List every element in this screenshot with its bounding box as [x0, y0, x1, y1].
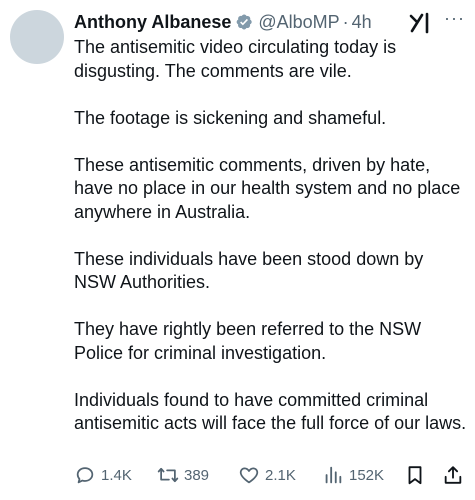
more-icon[interactable]: ··· — [444, 8, 465, 29]
tweet-paragraph: These antisemitic comments, driven by ha… — [74, 154, 461, 222]
tweet-text: The antisemitic video circulating today … — [74, 36, 469, 459]
separator-dot: · — [342, 12, 349, 32]
reply-count: 1.4K — [101, 466, 132, 484]
share-button[interactable] — [442, 462, 464, 488]
tweet-header: Anthony Albanese @AlboMP · 4h — [74, 10, 372, 34]
tweet-paragraph: The footage is sickening and shameful. — [74, 107, 387, 128]
avatar[interactable] — [10, 10, 64, 64]
views-chart-icon — [325, 466, 342, 484]
action-bar: 1.4K 389 2.1K 152K — [74, 462, 469, 488]
repost-button[interactable]: 389 — [157, 462, 209, 488]
verified-badge-icon[interactable] — [235, 13, 253, 31]
views-button[interactable]: 152K — [322, 462, 384, 488]
views-count: 152K — [349, 466, 385, 484]
tweet-paragraph: They have rightly been referred to the N… — [74, 319, 422, 363]
bookmark-icon — [408, 466, 422, 485]
author-name[interactable]: Anthony Albanese — [74, 10, 231, 34]
share-icon — [444, 466, 462, 484]
author-handle[interactable]: @AlboMP — [258, 10, 339, 34]
heart-icon — [239, 467, 259, 484]
tweet-paragraph: These individuals have been stood down b… — [74, 248, 424, 293]
like-button[interactable]: 2.1K — [238, 462, 296, 488]
reply-icon — [76, 467, 94, 484]
repost-count: 389 — [184, 466, 210, 484]
repost-icon — [157, 467, 179, 483]
tweet-paragraph: Individuals found to have committed crim… — [74, 389, 467, 434]
timestamp[interactable]: 4h — [352, 10, 372, 34]
grok-icon[interactable] — [407, 10, 433, 36]
reply-button[interactable]: 1.4K — [74, 462, 132, 488]
tweet: Anthony Albanese @AlboMP · 4h ··· The an… — [0, 0, 475, 500]
like-count: 2.1K — [265, 466, 296, 484]
tweet-paragraph: The antisemitic video circulating today … — [74, 37, 397, 81]
bookmark-button[interactable] — [404, 462, 426, 488]
